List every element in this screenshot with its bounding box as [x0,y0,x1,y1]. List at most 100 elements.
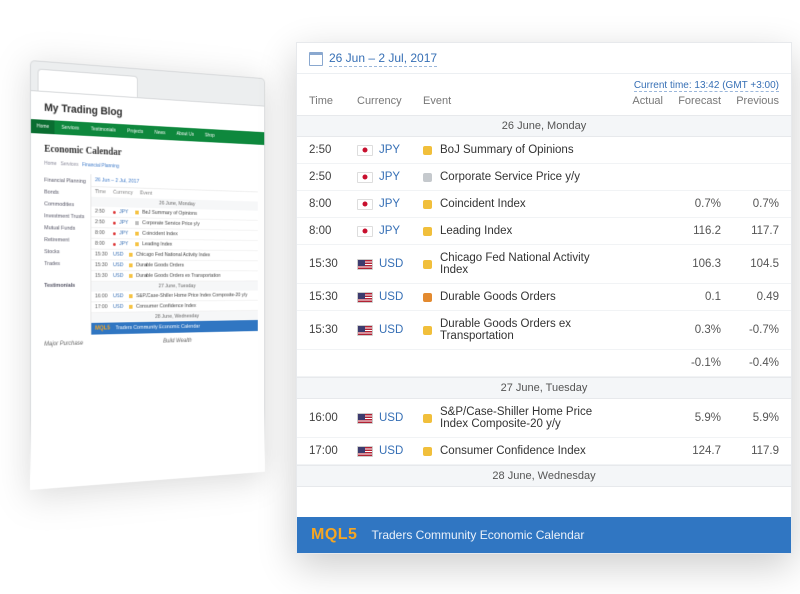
widget-brand-bar[interactable]: MQL5 Traders Community Economic Calendar [297,517,791,553]
event-time: 8:00 [309,198,357,210]
event-actual [605,198,663,210]
col-actual: Actual [605,95,663,107]
event-actual [605,291,663,303]
event-name: Coincident Index [440,198,605,210]
event-row[interactable]: 2:50JPYBoJ Summary of Opinions [297,137,791,164]
col-forecast: Forecast [663,95,721,107]
event-time: 16:00 [309,412,357,424]
crumb-current: Financial Planning [82,162,119,169]
nav-shop[interactable]: Shop [200,129,220,143]
nav-news[interactable]: News [149,126,170,140]
date-range-text[interactable]: 26 Jun – 2 Jul, 2017 [329,51,437,67]
event-row[interactable]: 15:30USD Durable Goods Orders 0.10.49 [297,284,791,311]
event-name: Durable Goods Orders [440,291,605,303]
event-actual [605,412,663,424]
event-forecast: 5.9% [663,412,721,424]
crumb-services[interactable]: Services [61,161,79,168]
event-name: BoJ Summary of Opinions [440,144,605,156]
event-forecast: 0.1 [663,291,721,303]
event-row[interactable]: 15:30USDDurable Goods Orders ex Transpor… [297,311,791,350]
nav-testimonials[interactable]: Testimonials [85,122,121,138]
event-forecast: 0.7% [663,198,721,210]
event-time: 15:30 [309,291,357,303]
sidebar-item[interactable]: Stocks [44,246,87,258]
economic-calendar-widget: 26 Jun – 2 Jul, 2017 Time Currency Event… [296,42,792,554]
mini-row: 15:30USDDurable Goods Orders [91,260,257,271]
impact-indicator [423,414,432,423]
nav-home[interactable]: Home [31,119,55,134]
impact-indicator [423,293,432,302]
event-name: Consumer Confidence Index [440,445,605,457]
sidebar-item[interactable]: Commodities [44,198,87,211]
mini-row: 15:30USDDurable Goods Orders ex Transpor… [91,271,257,282]
blog-sidebar: Financial Planning Bonds Commodities Inv… [39,172,91,335]
nav-about[interactable]: About Us [171,127,199,142]
event-name: Chicago Fed National Activity Index [440,252,605,276]
impact-indicator [423,173,432,182]
event-currency: JPY [357,171,423,183]
sidebar-item[interactable]: Retirement [44,234,87,246]
event-forecast: 0.3% [663,324,721,336]
event-time: 15:30 [309,324,357,336]
calendar-icon [309,52,323,66]
day-separator: 26 June, Monday [297,115,791,137]
event-actual [605,324,663,336]
blog-mini-calendar: 26 Jun – 2 Jul, 2017 TimeCurrencyEvent 2… [90,174,257,334]
event-time: 2:50 [309,144,357,156]
us-flag-icon [357,413,373,424]
day-separator: 28 June, Wednesday [297,465,791,487]
current-time: Current time: 13:42 (GMT +3:00) [634,80,779,91]
event-name: S&P/Case-Shiller Home Price Index Compos… [440,406,605,430]
sidebar-item[interactable]: Mutual Funds [44,222,87,235]
us-flag-icon [357,446,373,457]
sidebar-item[interactable]: Trades [44,258,87,270]
event-previous: 117.9 [721,445,779,457]
day-separator: 27 June, Tuesday [297,377,791,399]
col-previous: Previous [721,95,779,107]
current-time-value[interactable]: 13:42 (GMT +3:00) [694,80,779,92]
event-row[interactable]: 2:50JPY Corporate Service Price y/y [297,164,791,191]
event-actual [605,258,663,270]
event-currency: USD [357,324,423,336]
footer-col-a: Major Purchase [44,339,142,347]
event-row[interactable]: 8:00JPYCoincident Index0.7%0.7% [297,191,791,218]
calendar-body: 26 June, Monday 2:50JPYBoJ Summary of Op… [297,115,791,517]
event-previous: 104.5 [721,258,779,270]
date-range-picker[interactable]: 26 Jun – 2 Jul, 2017 [297,43,791,74]
col-event: Event [423,95,605,107]
col-currency: Currency [357,95,423,107]
event-row[interactable]: 8:00JPYLeading Index116.2117.7 [297,218,791,245]
jp-flag-icon [357,199,373,210]
event-previous: 117.7 [721,225,779,237]
event-actual [605,357,663,369]
event-row[interactable]: 16:00USD S&P/Case-Shiller Home Price Inde… [297,399,791,438]
impact-indicator [423,146,432,155]
event-forecast: -0.1% [663,357,721,369]
jp-flag-icon [357,145,373,156]
sidebar-testimonials: Testimonials [44,280,87,292]
event-time: 8:00 [309,225,357,237]
nav-projects[interactable]: Projects [122,124,148,139]
event-row[interactable]: 15:30USDChicago Fed National Activity In… [297,245,791,284]
mql5-logo: MQL5 [311,526,357,544]
col-time: Time [309,95,357,107]
event-name: Corporate Service Price y/y [440,171,605,183]
crumb-home[interactable]: Home [44,161,57,167]
event-currency: JPY [357,225,423,237]
us-flag-icon [357,292,373,303]
event-row[interactable]: 17:00USDConsumer Confidence Index124.711… [297,438,791,465]
brand-tagline: Traders Community Economic Calendar [371,528,584,542]
sidebar-item[interactable]: Investment Trusts [44,210,87,223]
impact-indicator [423,326,432,335]
event-time: 2:50 [309,171,357,183]
nav-services[interactable]: Services [56,120,85,135]
event-row[interactable]: -0.1%-0.4% [297,350,791,377]
event-currency: JPY [357,198,423,210]
event-forecast: 116.2 [663,225,721,237]
event-currency: USD [357,445,423,457]
event-currency: USD [357,291,423,303]
event-currency: USD [357,412,423,424]
jp-flag-icon [357,172,373,183]
event-time: 17:00 [309,445,357,457]
event-previous: 0.49 [721,291,779,303]
